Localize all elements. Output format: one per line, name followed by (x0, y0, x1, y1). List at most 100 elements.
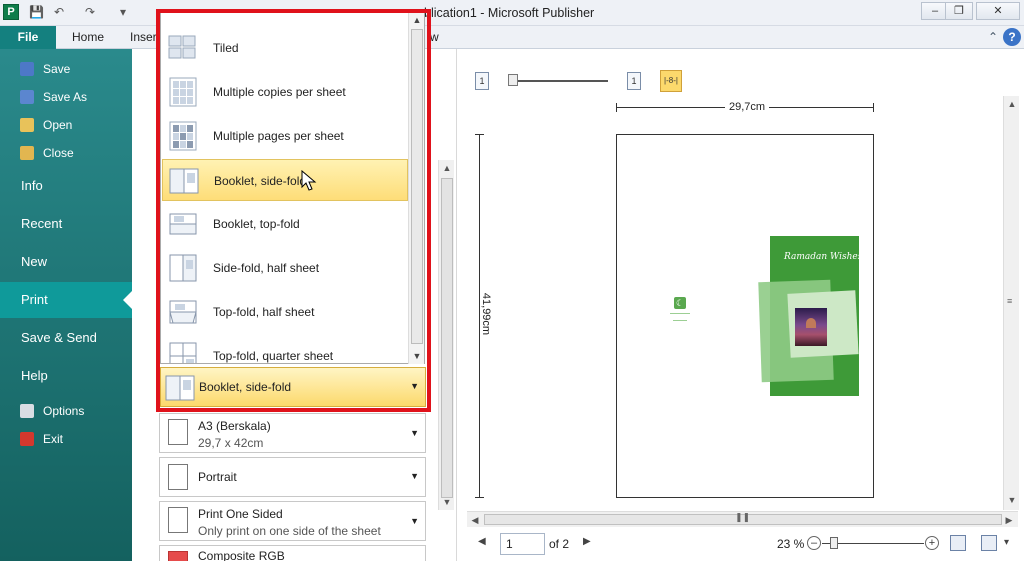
scroll-thumb[interactable] (441, 178, 453, 498)
exit-icon (20, 432, 34, 446)
window-title: blication1 - Microsoft Publisher (424, 6, 595, 20)
list-item-multiple-pages[interactable]: Multiple pages per sheet (162, 115, 408, 157)
open-folder-icon (20, 118, 34, 132)
new-label: New (21, 254, 48, 269)
tab-file[interactable]: File (0, 26, 56, 49)
preview-vertical-scrollbar[interactable]: ▲ ≡ ▼ (1003, 96, 1019, 510)
ruler-tick (475, 134, 484, 135)
open-label: Open (43, 118, 73, 132)
save-as-label: Save As (43, 90, 88, 104)
color-icon (168, 551, 188, 561)
text-line (670, 313, 690, 314)
single-page-icon[interactable]: 1 (475, 72, 489, 90)
preview-slider-track[interactable] (514, 80, 608, 82)
page-layout-select[interactable]: Booklet, side-fold ▼ (160, 367, 426, 407)
list-item-label: Top-fold, quarter sheet (213, 349, 334, 363)
chevron-down-icon: ▼ (410, 428, 419, 438)
scroll-up-icon[interactable]: ▲ (439, 160, 455, 176)
save-command[interactable]: Save (0, 57, 132, 81)
scroll-right-icon[interactable]: ▶ (1001, 512, 1017, 528)
close-window-button[interactable]: ✕ (976, 2, 1020, 20)
info-label: Info (21, 178, 43, 193)
scroll-down-icon[interactable]: ▼ (1004, 492, 1020, 508)
undo-icon[interactable]: ↶ (52, 5, 66, 19)
backstage-tab-recent[interactable]: Recent (0, 206, 132, 242)
redo-icon[interactable]: ↷ (83, 5, 97, 19)
paper-size-sub: 29,7 x 42cm (198, 436, 264, 450)
title-bar: P 💾 ↶ ↷ ▾ blication1 - Microsoft Publish… (0, 0, 1024, 26)
preview-slider-thumb[interactable] (508, 74, 518, 86)
publisher-app-icon[interactable]: P (3, 4, 19, 20)
print-sides-main: Print One Sided (198, 507, 283, 521)
scroll-thumb[interactable] (411, 29, 423, 344)
scroll-up-icon[interactable]: ▲ (1004, 96, 1020, 112)
page-number-input[interactable]: 1 (500, 533, 545, 555)
list-item-label: Booklet, top-fold (213, 217, 300, 231)
backstage-tab-info[interactable]: Info (0, 168, 132, 204)
list-item-booklet-side-fold[interactable]: Booklet, side-fold (162, 159, 408, 201)
orientation-select[interactable]: Portrait ▼ (159, 457, 426, 497)
close-folder-icon (20, 146, 34, 160)
zoom-in-icon[interactable]: + (925, 536, 939, 550)
options-label: Options (43, 404, 85, 418)
ribbon-tab-bar: File Home Inser w ⌃ ? (0, 26, 1024, 49)
list-item-multiple-copies[interactable]: Multiple copies per sheet (162, 71, 408, 113)
exit-command[interactable]: Exit (0, 427, 132, 451)
scroll-down-icon[interactable]: ▼ (409, 348, 425, 364)
page-total-label: of 2 (549, 537, 570, 551)
view-multiple-pages-icon[interactable] (981, 535, 997, 551)
chevron-down-icon: ▼ (410, 471, 419, 481)
page-height-label: 41,99cm (480, 289, 493, 339)
scroll-grip-icon[interactable]: ≡ (1007, 296, 1012, 306)
backstage-tab-save-send[interactable]: Save & Send (0, 320, 132, 356)
backstage-tab-print[interactable]: Print (0, 282, 132, 318)
save-icon[interactable]: 💾 (29, 5, 44, 19)
view-dropdown-icon[interactable]: ▾ (1004, 537, 1009, 548)
minimize-ribbon-icon[interactable]: ⌃ (988, 30, 998, 44)
zoom-out-icon[interactable]: – (807, 536, 821, 550)
scroll-down-icon[interactable]: ▼ (439, 494, 455, 510)
backstage-sidebar: Save Save As Open Close Info Recent New … (0, 49, 132, 561)
color-select[interactable]: Composite RGB (159, 545, 426, 561)
tab-view[interactable]: w (430, 30, 439, 44)
side-fold-half-icon (169, 254, 197, 282)
zoom-slider-thumb[interactable] (830, 537, 838, 549)
list-item-tiled[interactable]: Tiled (162, 27, 408, 69)
previous-page-icon[interactable]: ◀ (478, 536, 486, 547)
multiple-pages-icon (169, 121, 197, 151)
fit-page-icon[interactable] (950, 535, 966, 551)
page-layout-value: Booklet, side-fold (199, 380, 292, 394)
settings-scrollbar[interactable]: ▲ ▼ (438, 160, 454, 510)
preview-horizontal-scrollbar[interactable]: ◀ ❚❚ ▶ (467, 511, 1018, 527)
close-command[interactable]: Close (0, 141, 132, 165)
customize-qat-icon[interactable]: ▾ (116, 5, 130, 19)
print-label: Print (21, 292, 48, 307)
open-command[interactable]: Open (0, 113, 132, 137)
backstage-tab-help[interactable]: Help (0, 358, 132, 394)
ruler-tick (873, 103, 874, 112)
ruler-toggle-icon[interactable]: |-8-| (660, 70, 682, 92)
list-item-side-fold-half[interactable]: Side-fold, half sheet (162, 247, 408, 289)
page-width-label: 29,7cm (725, 101, 770, 113)
scroll-up-icon[interactable]: ▲ (409, 12, 425, 28)
tab-home[interactable]: Home (72, 30, 104, 44)
scroll-grip-icon[interactable]: ❚❚ (735, 512, 750, 523)
help-icon[interactable]: ? (1003, 28, 1021, 46)
text-line (673, 320, 687, 321)
dropdown-scrollbar[interactable]: ▲ ▼ (408, 12, 424, 364)
save-as-command[interactable]: Save As (0, 85, 132, 109)
backstage-tab-new[interactable]: New (0, 244, 132, 280)
scroll-left-icon[interactable]: ◀ (467, 512, 483, 528)
list-item-top-fold-half[interactable]: Top-fold, half sheet (162, 291, 408, 333)
print-sides-select[interactable]: Print One Sided Only print on one side o… (159, 501, 426, 541)
list-item-booklet-top-fold[interactable]: Booklet, top-fold (162, 203, 408, 245)
paper-size-select[interactable]: A3 (Berskala) 29,7 x 42cm ▼ (159, 413, 426, 453)
options-command[interactable]: Options (0, 399, 132, 423)
list-item-top-fold-quarter[interactable]: Top-fold, quarter sheet (162, 335, 408, 363)
exit-label: Exit (43, 432, 64, 446)
restore-button[interactable]: ❐ (945, 2, 973, 20)
next-page-icon[interactable]: ▶ (583, 536, 591, 547)
page-number-icon[interactable]: 1 (627, 72, 641, 90)
tab-insert[interactable]: Inser (130, 30, 157, 44)
save-label: Save (43, 62, 71, 76)
